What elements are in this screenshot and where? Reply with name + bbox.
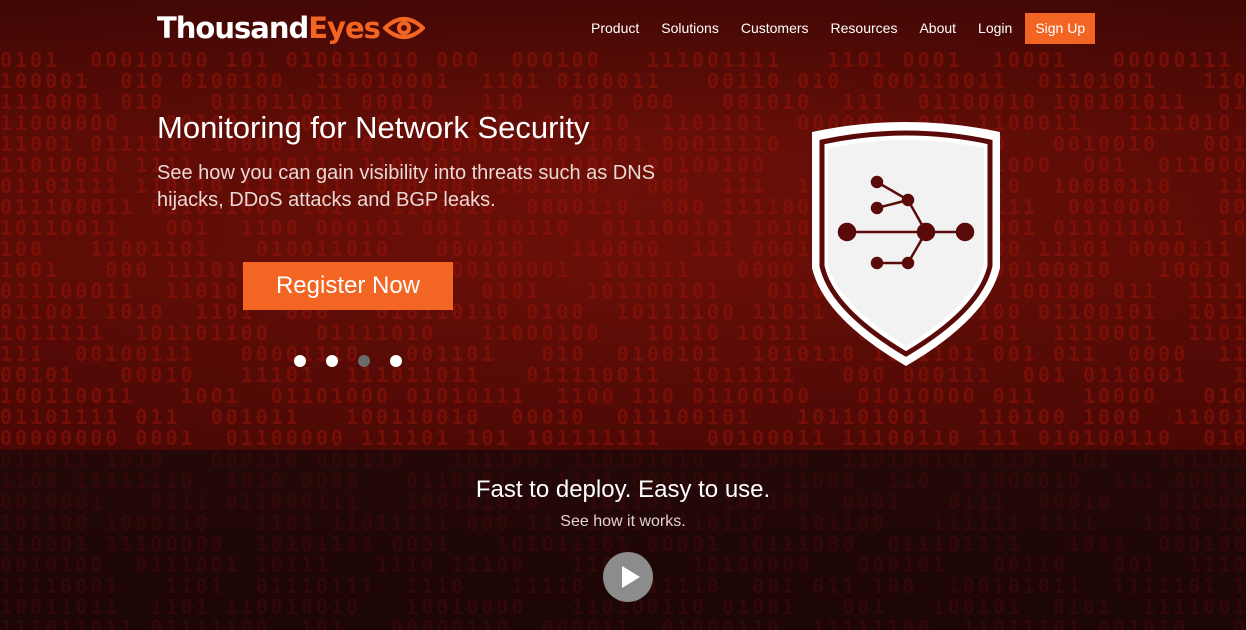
carousel-dot-2[interactable] bbox=[326, 355, 338, 367]
nav-item-customers[interactable]: Customers bbox=[741, 20, 809, 36]
hero-headline: Monitoring for Network Security bbox=[157, 110, 590, 145]
carousel-dots bbox=[294, 355, 422, 367]
play-icon bbox=[622, 566, 640, 588]
brand-name-part1: Thousand bbox=[157, 11, 309, 45]
eye-icon bbox=[382, 17, 425, 39]
top-navigation: Thousand Eyes Product Solutions Customers… bbox=[0, 0, 1246, 56]
nav-item-product[interactable]: Product bbox=[591, 20, 639, 36]
video-title: Fast to deploy. Easy to use. bbox=[475, 476, 771, 503]
carousel-dot-1[interactable] bbox=[294, 355, 306, 367]
carousel-dot-3[interactable] bbox=[358, 355, 370, 367]
brand-logo[interactable]: Thousand Eyes bbox=[157, 10, 425, 46]
hero-section: 0101 00010100 101 010011010 000 000100 1… bbox=[0, 0, 1246, 450]
nav-item-resources[interactable]: Resources bbox=[831, 20, 898, 36]
carousel-dot-4[interactable] bbox=[390, 355, 402, 367]
play-button[interactable] bbox=[603, 552, 653, 602]
brand-name-part2: Eyes bbox=[308, 11, 381, 45]
signup-button[interactable]: Sign Up bbox=[1025, 12, 1096, 44]
video-section: 011011 1010 000110 000110 1011001 110101… bbox=[0, 450, 1246, 630]
hero-subline: See how you can gain visibility into thr… bbox=[157, 162, 656, 211]
nav-item-login[interactable]: Login bbox=[978, 20, 1012, 36]
video-subtitle[interactable]: See how it works. bbox=[0, 513, 1246, 531]
nav-item-solutions[interactable]: Solutions bbox=[661, 20, 719, 36]
shield-network-icon bbox=[812, 122, 1000, 366]
register-now-button[interactable]: Register Now bbox=[243, 262, 453, 310]
nav-item-about[interactable]: About bbox=[919, 20, 956, 36]
nav-links: Product Solutions Customers Resources Ab… bbox=[580, 12, 1096, 44]
